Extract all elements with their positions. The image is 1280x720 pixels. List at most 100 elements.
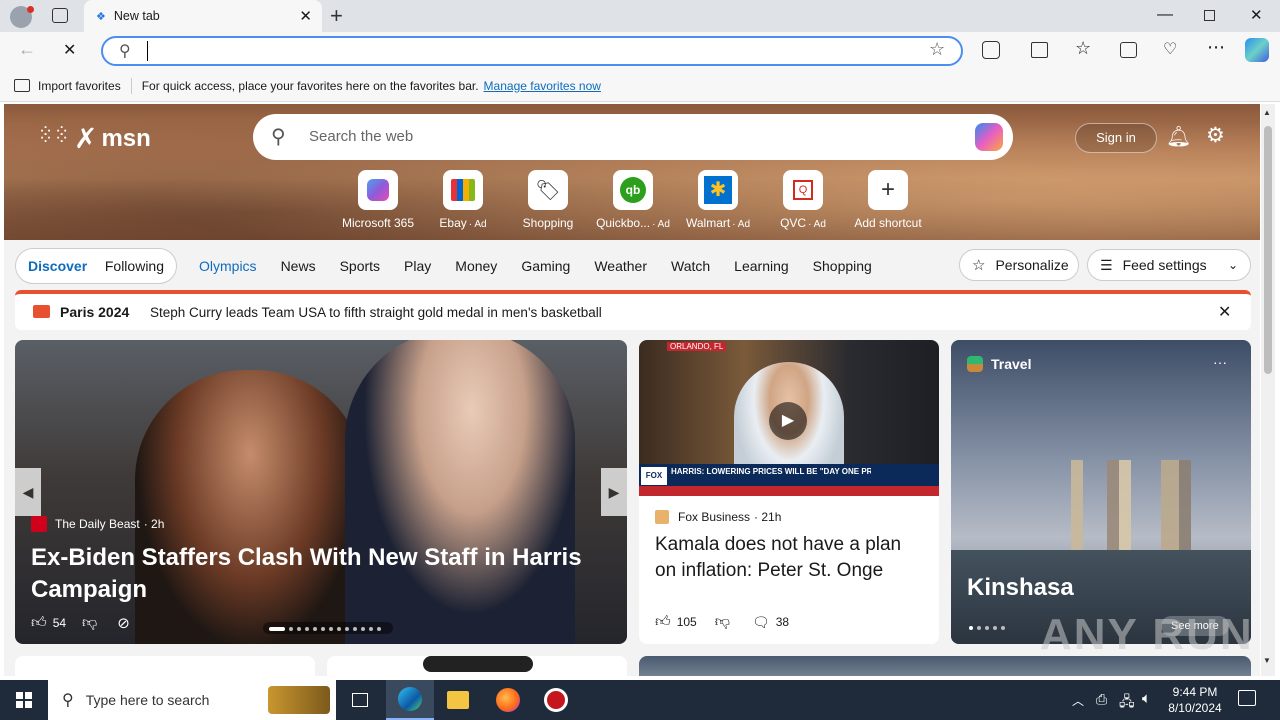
- lower-card-2[interactable]: [327, 656, 627, 676]
- import-favorites-icon: [14, 79, 30, 92]
- play-icon[interactable]: ▶: [769, 402, 807, 440]
- tab-following[interactable]: Following: [105, 258, 164, 274]
- address-input[interactable]: [147, 41, 907, 61]
- tab-news[interactable]: News: [281, 258, 316, 274]
- tab-learning[interactable]: Learning: [734, 258, 789, 274]
- new-tab-button[interactable]: +: [330, 3, 343, 29]
- shortcut-shopping[interactable]: 🏷︎ Shopping: [503, 170, 593, 230]
- close-window-button[interactable]: ✕: [1250, 6, 1263, 24]
- travel-label: Travel: [991, 356, 1032, 372]
- story-age: · 2h: [143, 517, 165, 531]
- main-story-card[interactable]: ◀ ▶ The Daily Beast · 2h Ex-Biden Staffe…: [15, 340, 627, 644]
- travel-place[interactable]: Kinshasa: [967, 574, 1074, 602]
- extensions-icon[interactable]: [982, 41, 1000, 59]
- hide-story-icon[interactable]: ⊘: [117, 614, 130, 632]
- volume-icon[interactable]: 🔈︎: [1142, 690, 1151, 707]
- carousel-dots[interactable]: [263, 622, 393, 634]
- apps-launcher-icon[interactable]: ⁘⁘ ⁘⁘: [38, 122, 70, 147]
- tab-watch[interactable]: Watch: [671, 258, 710, 274]
- shortcut-microsoft-365[interactable]: Microsoft 365: [333, 170, 423, 230]
- carousel-next-button[interactable]: ▶: [601, 468, 627, 516]
- browser-essentials-icon[interactable]: ♡: [1163, 39, 1177, 59]
- personalize-button[interactable]: ☆ Personalize: [959, 249, 1079, 281]
- taskbar-app[interactable]: [532, 680, 580, 720]
- favorites-icon[interactable]: ☆: [1075, 38, 1091, 59]
- tab-gaming[interactable]: Gaming: [521, 258, 570, 274]
- thumbs-up-icon[interactable]: 👍︎: [31, 614, 47, 632]
- video-headline[interactable]: Kamala does not have a plan on inflation…: [655, 532, 925, 584]
- thumbs-down-icon[interactable]: 👎︎: [82, 614, 97, 632]
- settings-more-icon[interactable]: ⋯: [1207, 37, 1225, 58]
- copilot-icon[interactable]: [1245, 38, 1269, 62]
- add-shortcut-button[interactable]: + Add shortcut: [843, 170, 933, 230]
- banner-headline[interactable]: Steph Curry leads Team USA to fifth stra…: [150, 305, 602, 320]
- shortcut-ebay[interactable]: Ebay · Ad: [418, 170, 508, 230]
- video-story-card[interactable]: ORLANDO, FL ▶ FOX HARRIS: LOWERING PRICE…: [639, 340, 939, 644]
- travel-carousel-dots[interactable]: [967, 624, 1007, 630]
- import-favorites-button[interactable]: Import favorites: [38, 79, 121, 93]
- tab-olympics[interactable]: Olympics: [199, 258, 257, 274]
- tab-sports[interactable]: Sports: [340, 258, 380, 274]
- product-image: [423, 656, 533, 672]
- edge-icon: [398, 687, 422, 711]
- palm-tree-icon: [967, 356, 983, 372]
- taskbar-search-box[interactable]: ⚲ Type here to search: [48, 680, 336, 720]
- add-favorite-icon[interactable]: ☆: [929, 39, 945, 60]
- tab-discover[interactable]: Discover: [28, 258, 87, 274]
- scroll-thumb[interactable]: [1264, 126, 1272, 374]
- scrollbar-track[interactable]: ▲ ▼: [1261, 104, 1275, 676]
- task-view-button[interactable]: [336, 680, 384, 720]
- shortcut-walmart[interactable]: ✱ Walmart · Ad: [673, 170, 763, 230]
- story-headline[interactable]: Ex-Biden Staffers Clash With New Staff i…: [31, 542, 601, 606]
- scroll-down-arrow[interactable]: ▼: [1263, 656, 1271, 665]
- close-banner-icon[interactable]: ✕: [1218, 302, 1231, 322]
- msn-search-box[interactable]: ⚲ Search the web: [253, 114, 1013, 160]
- clock[interactable]: 9:44 PM 8/10/2024: [1164, 684, 1226, 716]
- address-bar[interactable]: ⚲ ☆: [101, 36, 963, 66]
- network-icon[interactable]: 🖧︎: [1119, 691, 1135, 715]
- copilot-icon[interactable]: [975, 123, 1003, 151]
- tab-play[interactable]: Play: [404, 258, 431, 274]
- lower-card-1[interactable]: [15, 656, 315, 676]
- travel-card[interactable]: Travel ··· Kinshasa See more: [951, 340, 1251, 644]
- shortcut-label: Shopping: [522, 216, 574, 230]
- manage-favorites-link[interactable]: Manage favorites now: [484, 79, 601, 93]
- comment-icon[interactable]: 🗨︎: [752, 614, 770, 631]
- stop-loading-icon[interactable]: ✕: [63, 40, 76, 60]
- page-settings-icon[interactable]: ⚙: [1206, 123, 1225, 148]
- minimize-button[interactable]: —: [1157, 6, 1173, 24]
- category-tabs: Olympics News Sports Play Money Gaming W…: [199, 248, 976, 284]
- taskbar-firefox[interactable]: [484, 680, 532, 720]
- tab-money[interactable]: Money: [455, 258, 497, 274]
- card-more-options-icon[interactable]: ···: [1213, 354, 1227, 370]
- msn-search-placeholder[interactable]: Search the web: [309, 128, 413, 145]
- notification-center-icon[interactable]: [1238, 690, 1256, 706]
- taskbar-edge[interactable]: [386, 680, 434, 720]
- tab-new-tab[interactable]: ❖ New tab ✕: [84, 0, 322, 32]
- device-icon[interactable]: ⎙: [1096, 691, 1107, 708]
- breaking-news-banner[interactable]: Paris 2024 Steph Curry leads Team USA to…: [15, 290, 1251, 330]
- feed-settings-button[interactable]: ☰ Feed settings ⌄: [1087, 249, 1251, 281]
- shortcut-quickbooks[interactable]: qb Quickbo... · Ad: [588, 170, 678, 230]
- show-hidden-icons[interactable]: ︿: [1072, 692, 1084, 709]
- qvc-icon: Q: [783, 170, 823, 210]
- restore-button[interactable]: [1204, 10, 1215, 21]
- carousel-prev-button[interactable]: ◀: [15, 468, 41, 516]
- scroll-up-arrow[interactable]: ▲: [1263, 108, 1271, 117]
- tab-weather[interactable]: Weather: [594, 258, 647, 274]
- thumbs-up-icon[interactable]: 👍︎: [655, 613, 671, 631]
- start-button[interactable]: [0, 680, 48, 720]
- msn-logo[interactable]: ✗ msn: [74, 122, 151, 155]
- tab-actions-icon[interactable]: [52, 8, 68, 23]
- taskbar-file-explorer[interactable]: [434, 680, 482, 720]
- back-icon[interactable]: ←: [18, 39, 36, 60]
- shortcut-qvc[interactable]: Q QVC · Ad: [758, 170, 848, 230]
- notifications-icon[interactable]: 🔔︎: [1166, 124, 1191, 149]
- thumbs-down-icon[interactable]: 👎︎: [715, 613, 730, 631]
- collections-icon[interactable]: [1120, 42, 1137, 58]
- sign-in-button[interactable]: Sign in: [1075, 123, 1157, 153]
- tab-shopping[interactable]: Shopping: [813, 258, 872, 274]
- shortcut-label: Ebay: [439, 216, 467, 230]
- close-tab-icon[interactable]: ✕: [299, 7, 312, 25]
- split-screen-icon[interactable]: [1031, 42, 1048, 58]
